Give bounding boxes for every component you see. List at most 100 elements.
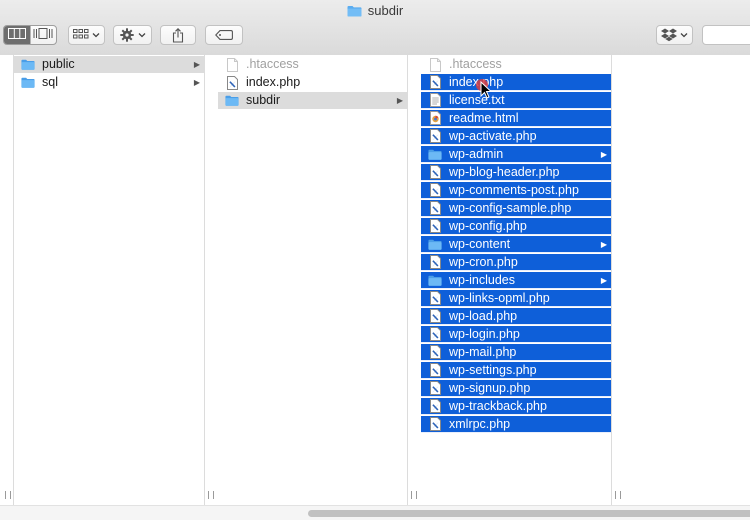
- column-2[interactable]: .htaccess index.php subdir ▶: [218, 55, 407, 505]
- cover-flow-icon: [33, 28, 53, 42]
- item-label: wp-login.php: [449, 326, 520, 341]
- tag-button[interactable]: [205, 25, 243, 45]
- chevron-down-icon: [138, 32, 146, 38]
- item-label: wp-blog-header.php: [449, 164, 560, 179]
- item-label: wp-admin: [449, 146, 504, 161]
- item-label: .htaccess: [449, 57, 502, 71]
- folder-item[interactable]: wp-includes ▶: [421, 272, 611, 289]
- folder-item[interactable]: public ▶: [14, 56, 204, 73]
- item-label: wp-comments-post.php: [449, 182, 579, 197]
- tag-icon: [215, 30, 233, 40]
- dropbox-icon: [661, 28, 677, 42]
- html-document-icon: [428, 111, 442, 125]
- file-item[interactable]: index.php: [421, 74, 611, 91]
- folder-icon: [428, 237, 442, 251]
- cover-flow-view-button[interactable]: [29, 26, 57, 44]
- item-label: subdir: [246, 93, 281, 107]
- folder-icon: [347, 5, 362, 20]
- group-by-button[interactable]: [68, 25, 105, 45]
- column-sidebar-gutter: [0, 55, 13, 505]
- window-title-text: subdir: [367, 3, 404, 18]
- item-label: wp-includes: [449, 272, 516, 287]
- file-item[interactable]: xmlrpc.php: [421, 416, 611, 433]
- disclosure-arrow-icon: ▶: [396, 96, 404, 105]
- php-document-icon: [225, 75, 239, 90]
- folder-icon: [21, 76, 35, 90]
- php-document-icon: [428, 201, 442, 215]
- dropbox-button[interactable]: [656, 25, 693, 45]
- file-item[interactable]: index.php: [218, 74, 407, 91]
- item-label: readme.html: [449, 110, 519, 125]
- disclosure-arrow-icon: ▶: [193, 60, 201, 69]
- item-label: wp-load.php: [449, 308, 518, 323]
- php-document-icon: [428, 219, 442, 233]
- file-item[interactable]: wp-cron.php: [421, 254, 611, 271]
- disclosure-arrow-icon: ▶: [600, 275, 608, 285]
- file-item[interactable]: wp-mail.php: [421, 344, 611, 361]
- scrollbar-thumb[interactable]: [308, 510, 750, 517]
- folder-item[interactable]: sql ▶: [14, 74, 204, 91]
- blank-document-icon: [225, 57, 239, 72]
- file-item[interactable]: wp-login.php: [421, 326, 611, 343]
- item-label: index.php: [246, 75, 301, 89]
- horizontal-scrollbar[interactable]: [0, 505, 750, 520]
- php-document-icon: [428, 165, 442, 179]
- item-label: xmlrpc.php: [449, 416, 511, 431]
- column-1[interactable]: public ▶ sql ▶: [14, 55, 204, 505]
- php-document-icon: [428, 417, 442, 431]
- toolbar: subdir: [0, 0, 750, 56]
- item-label: wp-mail.php: [449, 344, 517, 359]
- gear-icon: [119, 28, 134, 42]
- file-item[interactable]: wp-config-sample.php: [421, 200, 611, 217]
- view-mode-control[interactable]: [3, 25, 57, 45]
- item-label: wp-config.php: [449, 218, 527, 233]
- item-label: wp-cron.php: [449, 254, 518, 269]
- item-label: .htaccess: [246, 57, 299, 71]
- column-3[interactable]: .htaccess index.php license.txt readme.html…: [421, 55, 611, 505]
- folder-item[interactable]: wp-admin ▶: [421, 146, 611, 163]
- folder-icon: [225, 94, 239, 108]
- search-field[interactable]: [702, 25, 750, 45]
- column-resize-handle[interactable]: [411, 491, 417, 499]
- share-button[interactable]: [160, 25, 196, 45]
- column-resize-handle[interactable]: [615, 491, 621, 499]
- chevron-down-icon: [92, 32, 100, 38]
- file-item[interactable]: wp-signup.php: [421, 380, 611, 397]
- column-4[interactable]: [625, 55, 750, 505]
- chevron-down-icon: [680, 32, 688, 38]
- columns-icon: [7, 28, 26, 42]
- folder-item[interactable]: subdir ▶: [218, 92, 407, 109]
- php-document-icon: [428, 183, 442, 197]
- disclosure-arrow-icon: ▶: [600, 239, 608, 249]
- item-label: public: [42, 57, 75, 71]
- file-item[interactable]: wp-activate.php: [421, 128, 611, 145]
- action-button[interactable]: [113, 25, 152, 45]
- file-item[interactable]: wp-load.php: [421, 308, 611, 325]
- file-item[interactable]: wp-blog-header.php: [421, 164, 611, 181]
- column-view-button[interactable]: [4, 26, 30, 44]
- file-item[interactable]: .htaccess: [421, 56, 611, 73]
- folder-icon: [21, 58, 35, 72]
- item-label: wp-content: [449, 236, 511, 251]
- php-document-icon: [428, 75, 442, 89]
- folder-item[interactable]: wp-content ▶: [421, 236, 611, 253]
- disclosure-arrow-icon: ▶: [193, 78, 201, 87]
- file-item[interactable]: wp-comments-post.php: [421, 182, 611, 199]
- column-resize-handle[interactable]: [5, 491, 11, 499]
- item-label: wp-config-sample.php: [449, 200, 572, 215]
- folder-icon: [428, 273, 442, 287]
- file-item[interactable]: .htaccess: [218, 56, 407, 73]
- file-item[interactable]: license.txt: [421, 92, 611, 109]
- file-item[interactable]: readme.html: [421, 110, 611, 127]
- share-icon: [172, 27, 184, 43]
- file-item[interactable]: wp-links-opml.php: [421, 290, 611, 307]
- file-item[interactable]: wp-settings.php: [421, 362, 611, 379]
- column-resize-handle[interactable]: [208, 491, 214, 499]
- php-document-icon: [428, 381, 442, 395]
- file-item[interactable]: wp-config.php: [421, 218, 611, 235]
- grid-icon: [73, 29, 89, 41]
- item-label: wp-links-opml.php: [449, 290, 550, 305]
- php-document-icon: [428, 399, 442, 413]
- file-item[interactable]: wp-trackback.php: [421, 398, 611, 415]
- item-label: index.php: [449, 74, 504, 89]
